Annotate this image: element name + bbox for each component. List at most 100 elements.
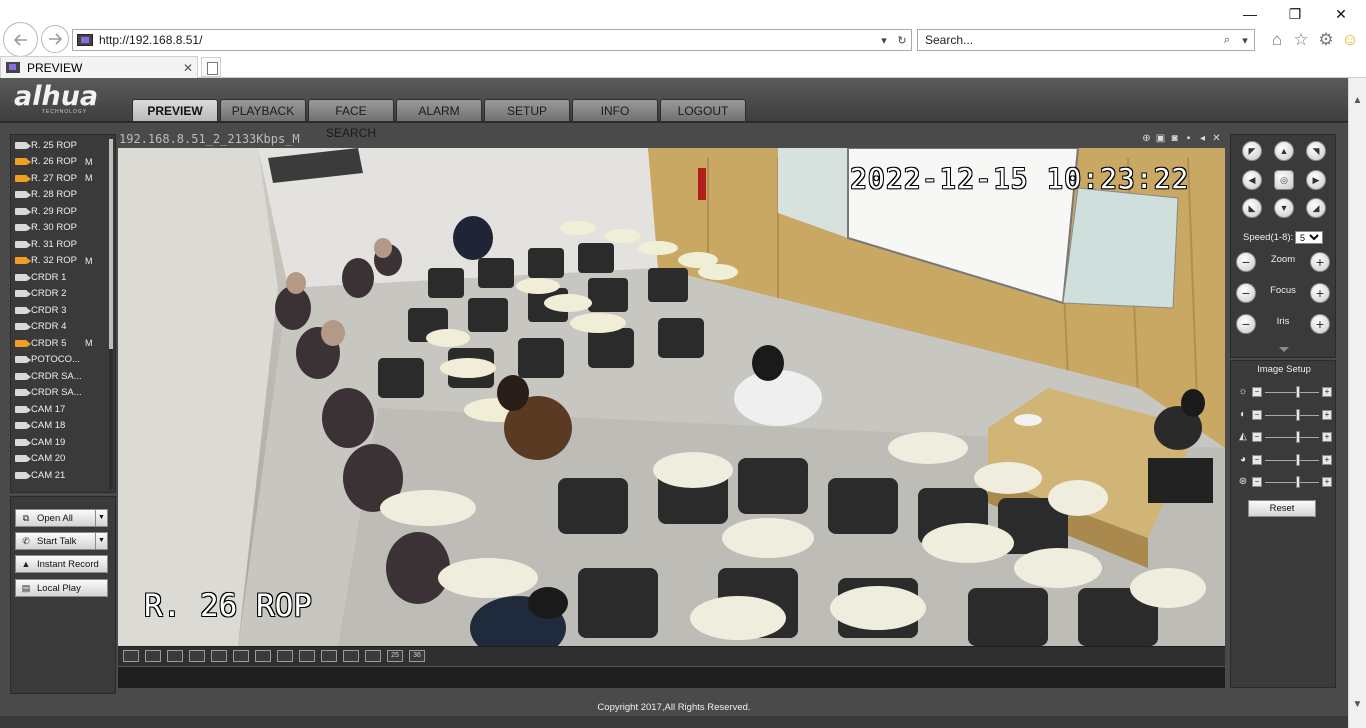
scroll-thumb[interactable]	[109, 139, 113, 349]
increase-button[interactable]: +	[1322, 409, 1332, 420]
camera-icon[interactable]: ▪	[1183, 133, 1194, 144]
channel-item[interactable]: CAM 17	[11, 401, 109, 418]
increase-button[interactable]: +	[1322, 454, 1332, 465]
channel-item[interactable]: CRDR 1	[11, 269, 109, 286]
ptz-up-button[interactable]: ▲	[1274, 141, 1294, 161]
channel-item[interactable]: POTOCO...	[11, 352, 109, 369]
channel-item[interactable]: CRDR 5 M	[11, 335, 109, 352]
channel-item[interactable]: CRDR 3	[11, 302, 109, 319]
tab-alarm[interactable]: ALARM	[396, 99, 482, 122]
channel-item[interactable]: CAM 19	[11, 434, 109, 451]
ptz-up-left-button[interactable]: ◤	[1242, 141, 1262, 161]
gear-icon[interactable]: ⚙	[1316, 30, 1336, 50]
decrease-button[interactable]: −	[1252, 477, 1262, 487]
channel-item[interactable]: R. 32 ROP M	[11, 253, 109, 270]
ptz-center-button[interactable]: ◎	[1274, 170, 1294, 190]
layout-button[interactable]	[233, 650, 249, 662]
slider-track[interactable]	[1265, 392, 1319, 393]
decrease-button[interactable]: −	[1252, 432, 1262, 442]
layout-button[interactable]	[343, 650, 359, 662]
layout-button[interactable]: 25	[387, 650, 403, 662]
instant-record-button[interactable]: ▲ Instant Record	[15, 555, 108, 573]
channel-item[interactable]: R. 29 ROP	[11, 203, 109, 220]
scroll-up-icon[interactable]: ▲	[1349, 92, 1366, 110]
star-icon[interactable]: ☆	[1291, 30, 1311, 50]
snapshot-icon[interactable]: ◙	[1169, 133, 1180, 144]
tab-face-search[interactable]: FACE SEARCH	[308, 99, 394, 140]
layout-button[interactable]	[365, 650, 381, 662]
minimize-icon[interactable]: —	[1238, 4, 1262, 24]
slider-track[interactable]	[1265, 414, 1319, 416]
speed-select[interactable]: 12345678	[1295, 231, 1323, 244]
video-feed[interactable]: 2022-12-15 10:23:22 R. 26 ROP	[118, 148, 1225, 646]
zoom-in-button[interactable]: +	[1310, 252, 1330, 272]
focus-plus-button[interactable]: +	[1310, 283, 1330, 303]
page-scrollbar[interactable]: ▲ ▼	[1348, 78, 1366, 728]
ptz-down-right-button[interactable]: ◢	[1306, 198, 1326, 218]
tab-playback[interactable]: PLAYBACK	[220, 99, 306, 122]
channel-item[interactable]: CAM 18	[11, 418, 109, 435]
focus-minus-button[interactable]: −	[1236, 283, 1256, 303]
ptz-down-button[interactable]: ▼	[1274, 198, 1294, 218]
channel-item[interactable]: R. 26 ROP M	[11, 154, 109, 171]
tab-info[interactable]: INFO	[572, 99, 658, 122]
tab-close-icon[interactable]: ✕	[179, 61, 197, 75]
layout-button[interactable]	[167, 650, 183, 662]
slider-track[interactable]	[1265, 482, 1319, 483]
slider-thumb[interactable]	[1296, 431, 1301, 443]
channel-item[interactable]: CAM 21	[11, 467, 109, 484]
channel-item[interactable]: R. 31 ROP	[11, 236, 109, 253]
address-bar[interactable]: http://192.168.8.51/ ▾ ↻	[72, 29, 912, 51]
dropdown-arrow-icon[interactable]: ▾	[875, 34, 893, 47]
channel-item[interactable]: R. 28 ROP	[11, 187, 109, 204]
dropdown-arrow-icon[interactable]: ▾	[1236, 34, 1254, 47]
layout-button[interactable]	[255, 650, 271, 662]
open-all-dropdown[interactable]: ▼	[95, 510, 107, 526]
tab-logout[interactable]: LOGOUT	[660, 99, 746, 122]
increase-button[interactable]: +	[1322, 387, 1332, 397]
channel-item[interactable]: CRDR SA...	[11, 368, 109, 385]
zoom-in-icon[interactable]: ⊕	[1141, 133, 1152, 144]
search-icon[interactable]: ⌕	[1218, 34, 1236, 47]
channel-item[interactable]: CAM 20	[11, 451, 109, 468]
layout-button[interactable]	[211, 650, 227, 662]
zoom-out-button[interactable]: −	[1236, 252, 1256, 272]
decrease-button[interactable]: −	[1252, 387, 1262, 397]
search-input[interactable]	[918, 33, 1218, 47]
slider-thumb[interactable]	[1296, 408, 1301, 421]
increase-button[interactable]: +	[1322, 477, 1332, 487]
slider-thumb[interactable]	[1296, 476, 1301, 488]
ptz-down-left-button[interactable]: ◣	[1242, 198, 1262, 218]
back-button[interactable]	[3, 22, 38, 57]
slider-thumb[interactable]	[1296, 386, 1301, 398]
scroll-down-icon[interactable]: ▼	[1349, 696, 1366, 714]
channel-item[interactable]: R. 27 ROP M	[11, 170, 109, 187]
smiley-icon[interactable]: ☺	[1340, 30, 1360, 50]
layout-button[interactable]	[145, 650, 161, 662]
close-window-icon[interactable]: ✕	[1329, 4, 1353, 24]
audio-icon[interactable]: ◂	[1197, 133, 1208, 144]
increase-button[interactable]: +	[1322, 432, 1332, 442]
ptz-right-button[interactable]: ▶	[1306, 170, 1326, 190]
search-bar[interactable]: ⌕ ▾	[917, 29, 1255, 51]
iris-minus-button[interactable]: −	[1236, 314, 1256, 334]
browser-tab[interactable]: PREVIEW ✕	[0, 56, 198, 78]
iris-plus-button[interactable]: +	[1310, 314, 1330, 334]
new-tab-button[interactable]	[201, 57, 221, 77]
local-play-button[interactable]: ▤ Local Play	[15, 579, 108, 597]
close-video-icon[interactable]: ✕	[1211, 133, 1222, 144]
refresh-icon[interactable]: ↻	[893, 34, 911, 47]
slider-track[interactable]	[1265, 459, 1319, 461]
layout-button[interactable]	[321, 650, 337, 662]
restore-icon[interactable]: ❐	[1283, 4, 1307, 24]
open-all-button[interactable]: ⧉ Open All ▼	[15, 509, 108, 527]
layout-button[interactable]	[277, 650, 293, 662]
channel-item[interactable]: CRDR SA...	[11, 385, 109, 402]
address-text[interactable]: http://192.168.8.51/	[99, 33, 875, 47]
channel-item[interactable]: CRDR 4	[11, 319, 109, 336]
channel-item[interactable]: R. 30 ROP	[11, 220, 109, 237]
slider-track[interactable]	[1265, 437, 1319, 438]
record-icon[interactable]: ▣	[1155, 133, 1166, 144]
layout-button[interactable]	[123, 650, 139, 662]
ptz-left-button[interactable]: ◀	[1242, 170, 1262, 190]
